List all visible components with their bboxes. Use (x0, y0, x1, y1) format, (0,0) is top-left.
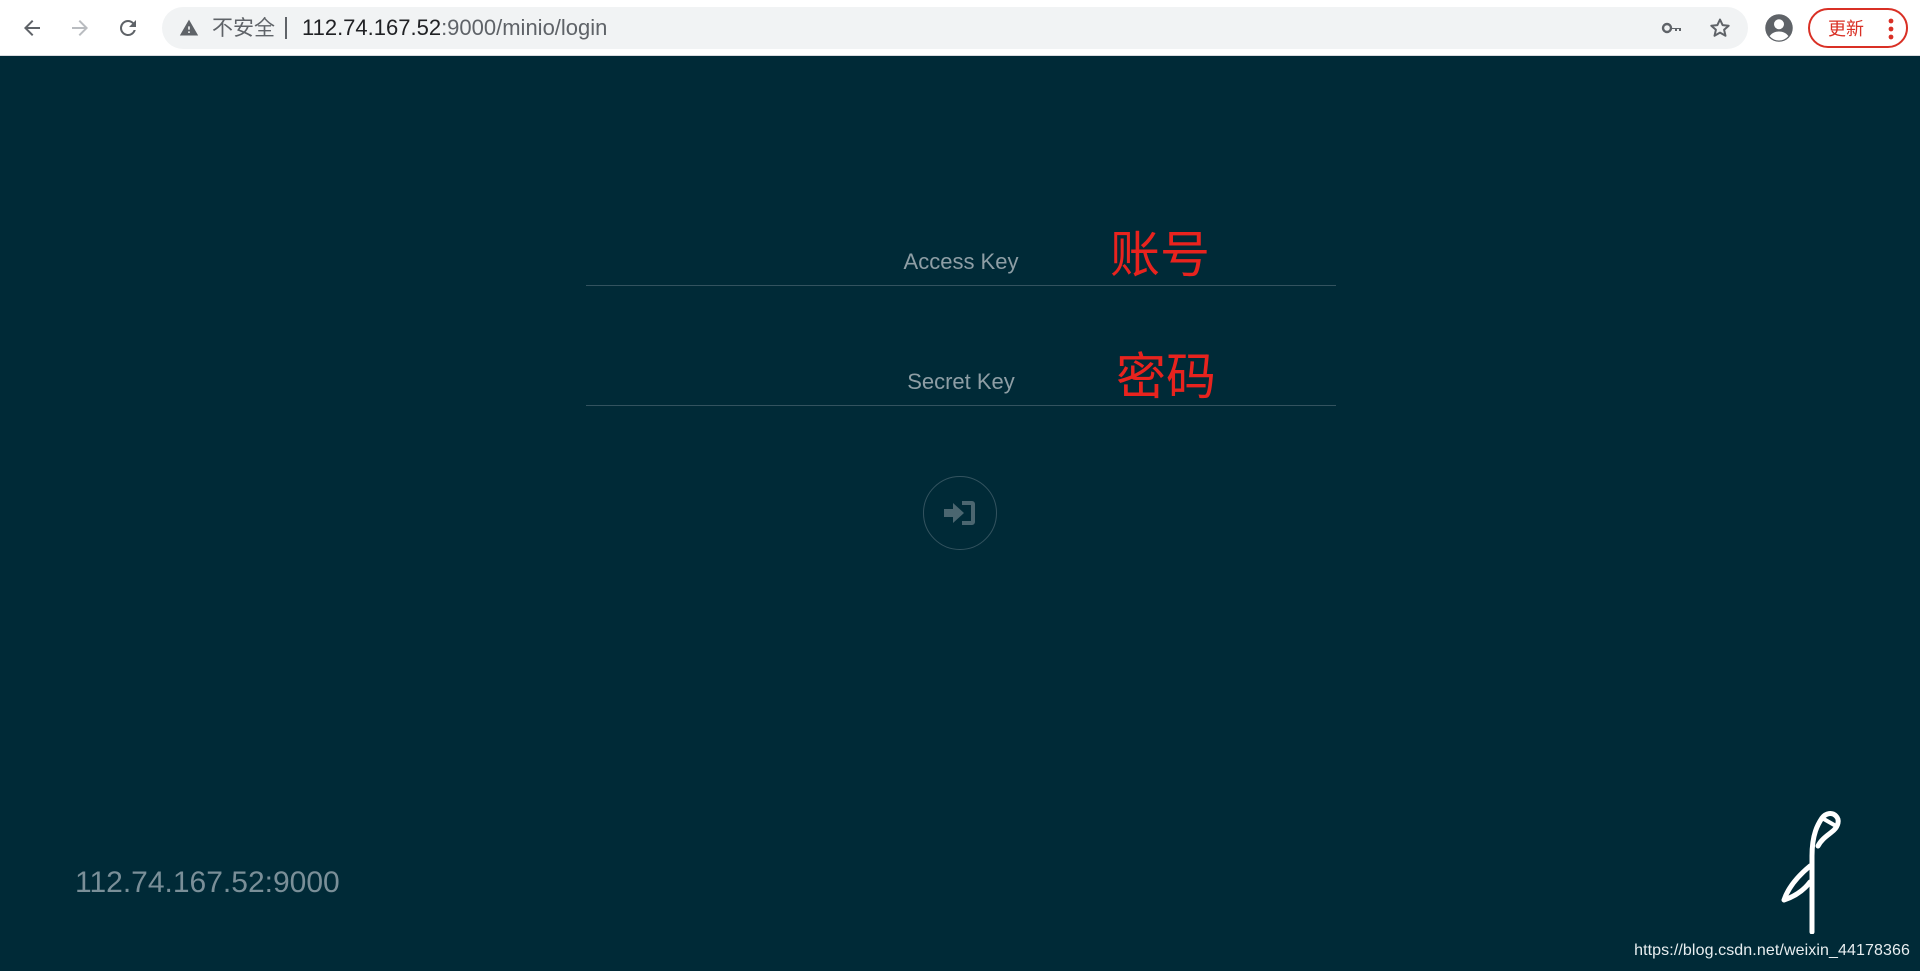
url-path: :9000/minio/login (441, 15, 608, 40)
update-label: 更新 (1828, 19, 1864, 40)
warning-icon[interactable] (178, 17, 200, 39)
minio-logo-icon (1781, 811, 1841, 934)
secret-key-input[interactable] (586, 346, 1336, 405)
update-button[interactable]: 更新 (1808, 8, 1908, 48)
browser-toolbar: 不安全 112.74.167.52:9000/minio/login 更新 (0, 0, 1920, 56)
bookmark-star-icon[interactable] (1708, 16, 1732, 40)
back-button[interactable] (13, 9, 51, 47)
arrow-right-icon (72, 20, 88, 36)
access-key-input[interactable] (586, 226, 1336, 285)
address-separator (285, 17, 287, 39)
reload-button[interactable] (109, 9, 147, 47)
account-annotation: 账号 (1110, 226, 1210, 284)
more-vert-icon (1888, 18, 1894, 40)
forward-button[interactable] (61, 9, 99, 47)
key-icon[interactable] (1660, 16, 1684, 40)
secret-key-field (586, 346, 1336, 406)
profile-button[interactable] (1762, 11, 1796, 45)
arrow-left-icon (24, 20, 40, 36)
url-host: 112.74.167.52 (302, 15, 442, 40)
watermark: https://blog.csdn.net/weixin_44178366 (1634, 942, 1910, 959)
url-text[interactable]: 112.74.167.52:9000/minio/login (302, 7, 607, 49)
account-circle-icon (1765, 14, 1793, 42)
password-annotation: 密码 (1116, 348, 1216, 406)
login-button[interactable] (923, 476, 997, 550)
host-address: 112.74.167.52:9000 (75, 866, 340, 899)
access-key-field (586, 226, 1336, 286)
sign-in-icon (944, 501, 975, 525)
login-page: 账号 密码 112.74.167.52:9000 https://blog.cs… (0, 56, 1920, 971)
address-bar[interactable]: 不安全 112.74.167.52:9000/minio/login (162, 7, 1748, 49)
reload-icon (120, 20, 136, 36)
security-status[interactable]: 不安全 (212, 7, 275, 49)
